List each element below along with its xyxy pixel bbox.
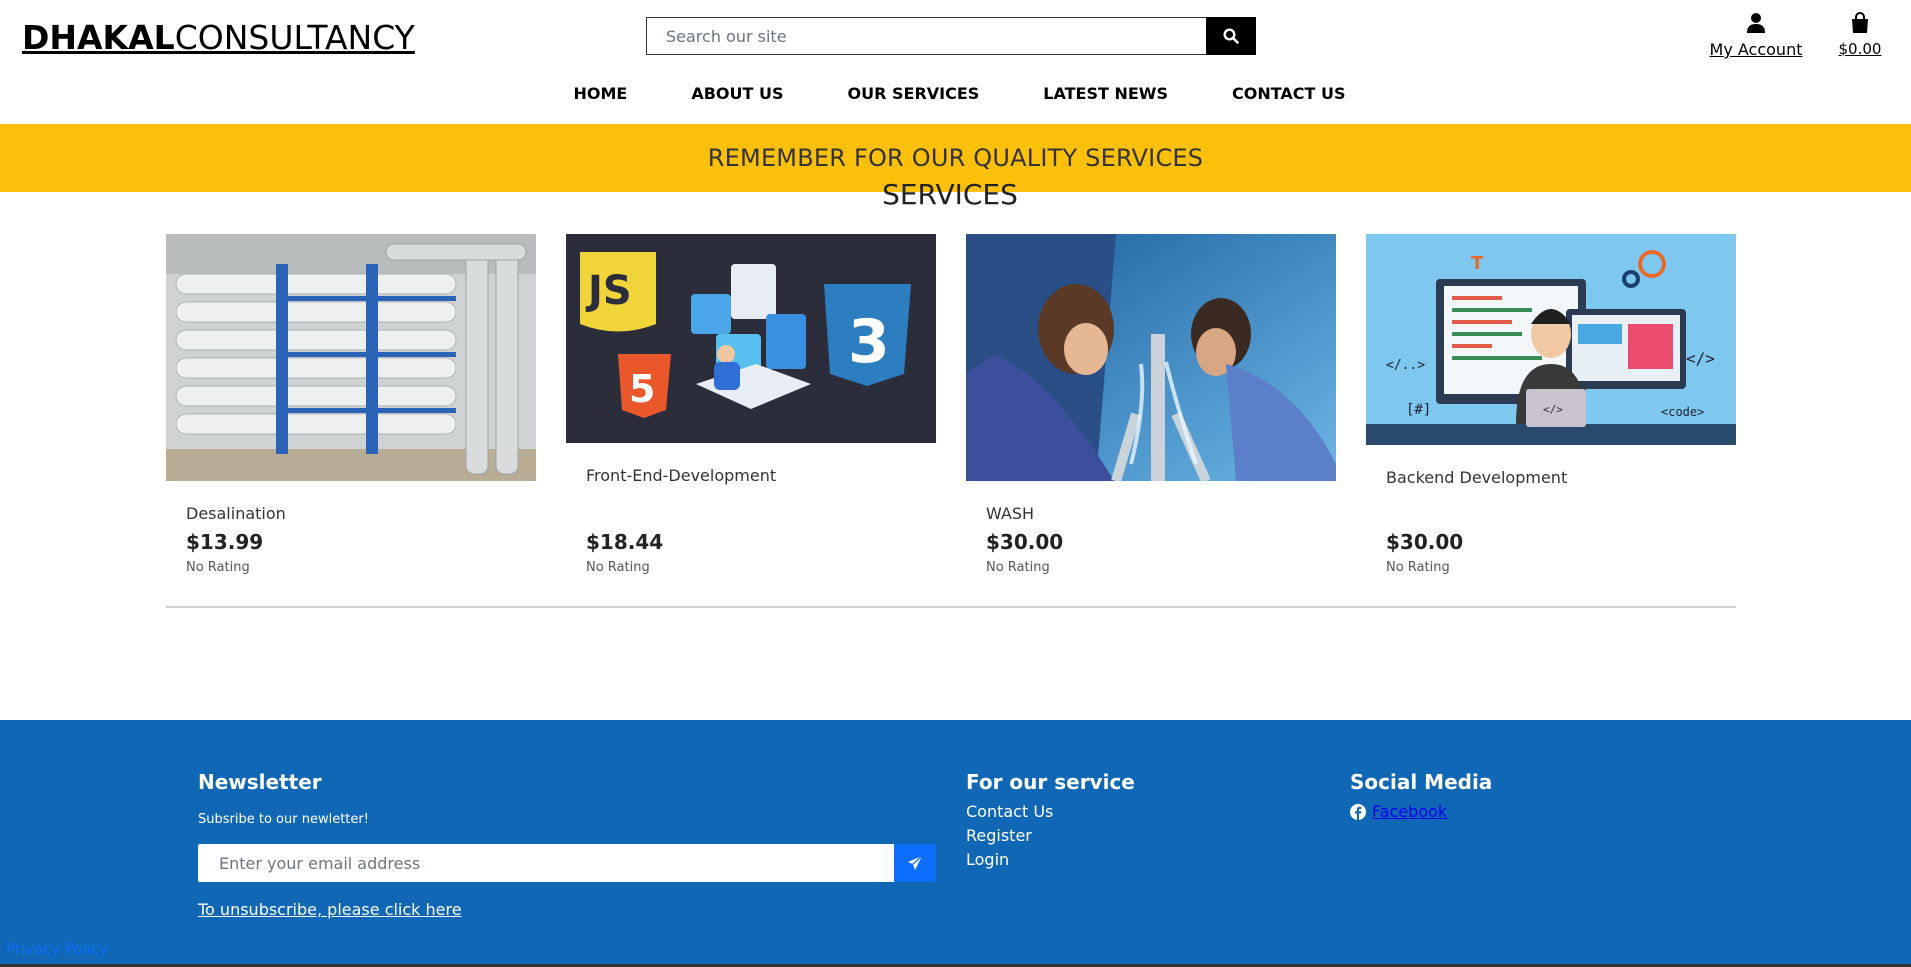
site-footer: Newsletter Subsribe to our newletter! To…: [0, 720, 1911, 967]
unsubscribe-link[interactable]: To unsubscribe, please click here: [198, 900, 462, 919]
nav-home[interactable]: HOME: [541, 84, 659, 103]
nav-contact-us[interactable]: CONTACT US: [1200, 84, 1378, 103]
product-name[interactable]: Backend Development: [1386, 468, 1567, 487]
product-rating: No Rating: [586, 560, 650, 575]
logo-bold-text: DHAKAL: [22, 18, 175, 57]
svg-text:</..>: </..>: [1386, 358, 1425, 373]
svg-text:T: T: [1471, 253, 1484, 274]
product-card-desalination[interactable]: Desalination $13.99 No Rating: [166, 234, 536, 608]
shopping-bag-link[interactable]: $0.00: [1835, 12, 1885, 58]
social-heading: Social Media: [1350, 770, 1493, 794]
product-price: $18.44: [586, 530, 664, 554]
site-header: DHAKALCONSULTANCY My Account $0.00 HOME …: [0, 0, 1911, 124]
product-rating: No Rating: [986, 560, 1050, 575]
product-image-backend-development[interactable]: </> </..> </> <code> [#] T: [1366, 234, 1736, 445]
product-card-backend-development[interactable]: </> </..> </> <code> [#] T Backend Devel…: [1366, 234, 1736, 608]
newsletter-subtitle: Subsribe to our newletter!: [198, 812, 369, 827]
product-image-desalination[interactable]: [166, 234, 536, 481]
svg-text:</>: </>: [1686, 349, 1715, 368]
main-nav: HOME ABOUT US OUR SERVICES LATEST NEWS C…: [0, 84, 1911, 103]
newsletter-email-input[interactable]: [198, 844, 894, 882]
service-links: Contact Us Register Login: [966, 802, 1053, 870]
nav-latest-news[interactable]: LATEST NEWS: [1011, 84, 1200, 103]
footer-login-link[interactable]: Login: [966, 850, 1053, 870]
product-name[interactable]: Desalination: [186, 504, 286, 523]
paper-plane-icon: [908, 855, 923, 870]
promo-banner-text: REMEMBER FOR OUR QUALITY SERVICES: [707, 144, 1204, 172]
nav-about-us[interactable]: ABOUT US: [659, 84, 815, 103]
search-form: [646, 17, 1256, 55]
section-divider: [166, 606, 1736, 608]
product-image-wash[interactable]: [966, 234, 1336, 481]
product-price: $30.00: [986, 530, 1064, 554]
product-grid: Desalination $13.99 No Rating JS 5 3 Fro…: [166, 234, 1736, 608]
logo-light-text: CONSULTANCY: [174, 18, 415, 57]
product-price: $30.00: [1386, 530, 1464, 554]
shopping-bag-icon: [1852, 12, 1868, 33]
product-rating: No Rating: [186, 560, 250, 575]
nav-our-services[interactable]: OUR SERVICES: [816, 84, 1012, 103]
newsletter-form: [198, 844, 936, 882]
product-card-front-end-development[interactable]: JS 5 3 Front-End-Development $18.44 No R…: [566, 234, 936, 608]
product-name[interactable]: Front-End-Development: [586, 466, 776, 485]
svg-text:[#]: [#]: [1406, 402, 1431, 418]
newsletter-submit-button[interactable]: [894, 844, 936, 882]
svg-text:5: 5: [629, 367, 655, 411]
search-input[interactable]: [646, 17, 1206, 55]
facebook-label: Facebook: [1372, 802, 1448, 821]
product-rating: No Rating: [1386, 560, 1450, 575]
product-image-front-end-development[interactable]: JS 5 3: [566, 234, 936, 443]
my-account-label: My Account: [1709, 40, 1803, 59]
product-card-wash[interactable]: WASH $30.00 No Rating: [966, 234, 1336, 608]
user-icon: [1747, 13, 1765, 33]
search-icon: [1223, 28, 1239, 44]
services-title: SERVICES: [882, 178, 1018, 211]
my-account-link[interactable]: My Account: [1706, 12, 1806, 59]
newsletter-heading: Newsletter: [198, 770, 322, 794]
facebook-link[interactable]: Facebook: [1350, 802, 1447, 821]
bag-total: $0.00: [1838, 40, 1882, 58]
site-logo[interactable]: DHAKALCONSULTANCY: [22, 18, 415, 57]
svg-text:<code>: <code>: [1661, 405, 1704, 419]
search-button[interactable]: [1206, 17, 1256, 55]
privacy-policy-link[interactable]: Privacy Policy: [6, 940, 108, 958]
footer-contact-us-link[interactable]: Contact Us: [966, 802, 1053, 822]
svg-text:3: 3: [848, 307, 890, 377]
footer-register-link[interactable]: Register: [966, 826, 1053, 846]
svg-text:JS: JS: [585, 268, 632, 314]
product-name[interactable]: WASH: [986, 504, 1034, 523]
service-heading: For our service: [966, 770, 1135, 794]
facebook-icon: [1350, 803, 1366, 820]
product-price: $13.99: [186, 530, 264, 554]
svg-text:</>: </>: [1543, 403, 1563, 416]
